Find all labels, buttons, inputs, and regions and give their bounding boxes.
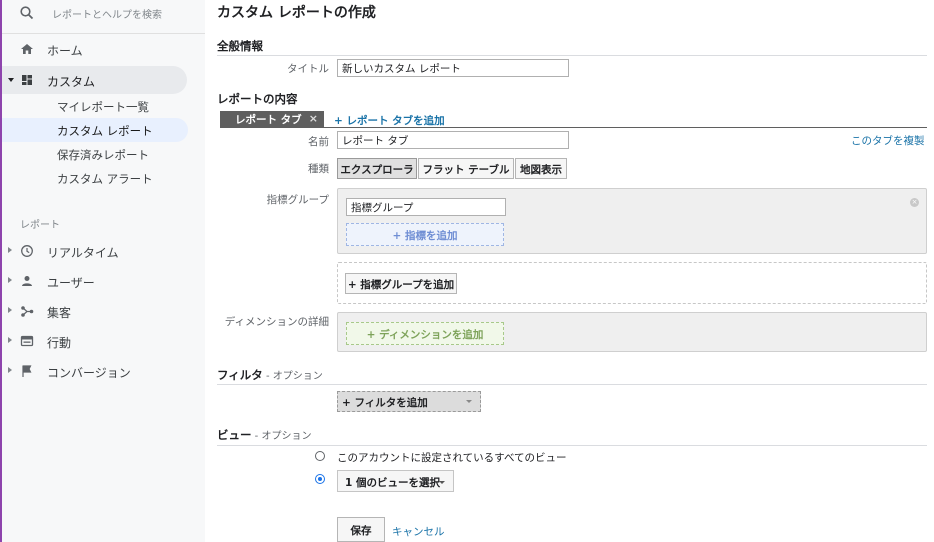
metric-group-panel: + 指標を追加 × [337, 188, 927, 254]
metric-group-name-input[interactable] [346, 198, 506, 216]
nav-behavior-label: 行動 [47, 336, 72, 350]
chevron-down-icon [8, 78, 14, 82]
nav-custom-label: カスタム [47, 75, 96, 89]
view-all-label: このアカウントに設定されているすべてのビュー [337, 452, 567, 464]
chevron-right-icon [8, 367, 12, 373]
search-icon [20, 6, 34, 20]
chevron-right-icon [8, 307, 12, 313]
home-icon [21, 44, 33, 54]
page-title: カスタム レポートの作成 [217, 5, 376, 21]
report-tab-label: レポート タブ [235, 114, 302, 126]
filter-heading-text: フィルタ [217, 368, 263, 382]
search-bar[interactable]: レポートとヘルプを検索 [2, 0, 205, 34]
nav-realtime-label: リアルタイム [47, 246, 119, 260]
filter-optional-text: - オプション [262, 371, 323, 382]
search-placeholder: レポートとヘルプを検索 [52, 10, 162, 21]
behavior-icon [20, 335, 34, 347]
nav-home[interactable]: ホーム [2, 35, 205, 63]
dimension-label: ディメンションの詳細 [224, 316, 329, 328]
title-input[interactable] [337, 59, 569, 77]
name-label: 名前 [308, 136, 329, 148]
nav-home-label: ホーム [47, 44, 83, 58]
title-label: タイトル [287, 63, 329, 75]
type-explorer-button[interactable]: エクスプローラ [337, 158, 417, 179]
tab-name-input[interactable] [337, 131, 569, 149]
filter-heading: フィルタ - オプション [217, 367, 323, 383]
nav-realtime[interactable]: リアルタイム [2, 237, 205, 265]
reports-section-label: レポート [20, 220, 60, 231]
metric-group-label: 指標グループ [266, 194, 329, 206]
chevron-down-icon [439, 481, 445, 484]
sidebar: レポートとヘルプを検索 ホーム カスタム マイレポート一覧 カスタム レポート … [0, 0, 205, 542]
save-button[interactable]: 保存 [337, 517, 385, 542]
nav-conversions[interactable]: コンバージョン [2, 357, 205, 385]
add-metric-group-button[interactable]: + 指標グループを追加 [345, 273, 457, 294]
content-heading: レポートの内容 [217, 92, 298, 106]
chevron-right-icon [8, 337, 12, 343]
acquisition-icon [21, 306, 34, 317]
metric-group-add-area: + 指標グループを追加 [337, 262, 927, 304]
general-heading: 全般情報 [217, 39, 263, 53]
close-icon[interactable]: × [910, 198, 919, 207]
nav-conversions-label: コンバージョン [47, 366, 131, 380]
add-metric-button[interactable]: + 指標を追加 [346, 223, 504, 246]
chevron-right-icon [8, 277, 12, 283]
view-select-radio[interactable] [315, 474, 325, 484]
nav-behavior[interactable]: 行動 [2, 327, 205, 355]
view-select-dropdown[interactable]: 1 個のビューを選択 [337, 470, 454, 492]
add-filter-label: + フィルタを追加 [342, 397, 428, 409]
clock-icon [21, 245, 33, 257]
nav-users[interactable]: ユーザー [2, 267, 205, 295]
cancel-link[interactable]: キャンセル [392, 524, 445, 539]
person-icon [22, 276, 32, 286]
sub-custom-alerts-label: カスタム アラート [57, 172, 153, 186]
divider [217, 384, 927, 385]
nav-acquisition-label: 集客 [47, 306, 72, 320]
flag-icon [22, 365, 32, 377]
sub-saved-reports[interactable]: 保存済みレポート [2, 142, 188, 166]
nav-custom[interactable]: カスタム [2, 66, 187, 94]
sub-saved-reports-label: 保存済みレポート [57, 148, 149, 162]
view-optional-text: - オプション [251, 431, 312, 442]
close-icon[interactable]: × [309, 112, 318, 125]
view-heading: ビュー - オプション [217, 427, 311, 443]
sub-my-reports[interactable]: マイレポート一覧 [2, 94, 188, 118]
add-filter-dropdown[interactable]: + フィルタを追加 [337, 391, 481, 412]
tab-underline [220, 127, 927, 128]
add-dimension-button[interactable]: + ディメンションを追加 [346, 322, 504, 345]
sub-custom-reports[interactable]: カスタム レポート [2, 118, 188, 142]
view-select-label: 1 個のビューを選択 [345, 477, 440, 489]
sub-custom-alerts[interactable]: カスタム アラート [2, 166, 188, 190]
main-content: カスタム レポートの作成 全般情報 タイトル レポートの内容 レポート タブ ×… [205, 0, 934, 542]
chevron-down-icon [466, 400, 472, 403]
nav-acquisition[interactable]: 集客 [2, 297, 205, 325]
duplicate-tab-link[interactable]: このタブを複製 [851, 133, 925, 148]
type-label: 種類 [308, 163, 329, 175]
view-heading-text: ビュー [217, 428, 252, 442]
divider [217, 55, 927, 56]
dimension-panel: + ディメンションを追加 [337, 312, 927, 352]
nav-users-label: ユーザー [47, 276, 95, 290]
sub-my-reports-label: マイレポート一覧 [57, 100, 149, 114]
chevron-right-icon [8, 247, 12, 253]
type-flat-table-button[interactable]: フラット テーブル [418, 158, 514, 179]
sub-custom-reports-label: カスタム レポート [57, 124, 153, 138]
type-map-button[interactable]: 地図表示 [515, 158, 567, 179]
report-tab[interactable]: レポート タブ × [220, 111, 324, 127]
dashboard-icon [22, 75, 32, 85]
divider [217, 445, 927, 446]
add-tab-link[interactable]: + レポート タブを追加 [334, 113, 445, 128]
view-all-radio[interactable] [315, 451, 325, 461]
